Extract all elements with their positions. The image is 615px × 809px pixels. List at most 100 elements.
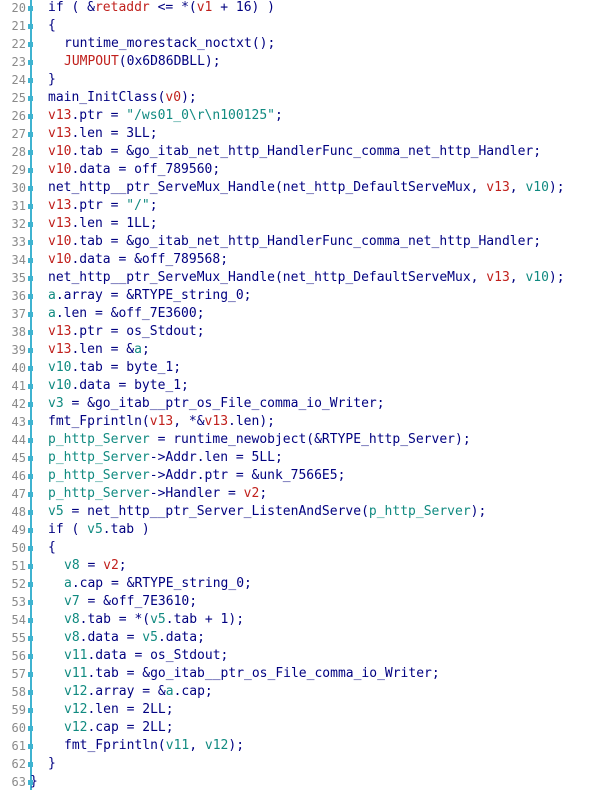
local-variable-token[interactable]: v13 bbox=[48, 324, 71, 339]
local-variable-token[interactable]: v13 bbox=[486, 180, 509, 195]
code-line[interactable]: 33 v10.tab = &go_itab_net_http_HandlerFun… bbox=[0, 233, 615, 251]
code-line[interactable]: 61 fmt_Fprintln(v11, v12); bbox=[0, 737, 615, 755]
code-line[interactable]: 58 v12.array = &a.cap; bbox=[0, 683, 615, 701]
code-line[interactable]: 46 p_http_Server->Addr.ptr = &unk_7566E5; bbox=[0, 467, 615, 485]
code-line[interactable]: 20 if ( &retaddr <= *(v1 + 16) ) bbox=[0, 0, 615, 17]
code-line[interactable]: 44 p_http_Server = runtime_newobject(&RTY… bbox=[0, 431, 615, 449]
identifier-token[interactable]: v10 bbox=[48, 378, 71, 393]
identifier-token[interactable]: v11 bbox=[166, 738, 189, 753]
code-line[interactable]: 55 v8.data = v5.data; bbox=[0, 629, 615, 647]
code-line[interactable]: 41 v10.data = byte_1; bbox=[0, 377, 615, 395]
identifier-token[interactable]: v5 bbox=[150, 612, 166, 627]
code-line[interactable]: 35 net_http__ptr_ServeMux_Handle(net_http… bbox=[0, 269, 615, 287]
code-line[interactable]: 40 v10.tab = byte_1; bbox=[0, 359, 615, 377]
identifier-token[interactable]: v10 bbox=[525, 180, 548, 195]
code-line[interactable]: 36 a.array = &RTYPE_string_0; bbox=[0, 287, 615, 305]
code-token: ); bbox=[470, 504, 487, 519]
identifier-token[interactable]: v3 bbox=[48, 396, 64, 411]
local-variable-token[interactable]: v13 bbox=[48, 342, 71, 357]
code-line[interactable]: 26 v13.ptr = "/ws01_0\r\n100125"; bbox=[0, 107, 615, 125]
identifier-token[interactable]: v7 bbox=[64, 594, 80, 609]
identifier-token[interactable]: v12 bbox=[205, 738, 228, 753]
pseudocode-view[interactable]: 20 if ( &retaddr <= *(v1 + 16) ) 21 {22 runt… bbox=[0, 0, 615, 809]
identifier-token[interactable]: v8 bbox=[64, 612, 80, 627]
code-line[interactable]: 59 v12.len = 2LL; bbox=[0, 701, 615, 719]
identifier-token[interactable]: v10 bbox=[48, 360, 71, 375]
identifier-token[interactable]: a bbox=[134, 342, 142, 357]
local-variable-token[interactable]: v1 bbox=[197, 0, 213, 15]
identifier-token[interactable]: v8 bbox=[64, 630, 80, 645]
identifier-token[interactable]: p_http_Server bbox=[48, 432, 150, 447]
identifier-token[interactable]: v12 bbox=[64, 684, 87, 699]
code-line[interactable]: 39 v13.len = &a; bbox=[0, 341, 615, 359]
local-variable-token[interactable]: v10 bbox=[48, 252, 71, 267]
line-number: 56 bbox=[11, 649, 26, 663]
code-line[interactable]: 57 v11.tab = &go_itab__ptr_os_File_comma_… bbox=[0, 665, 615, 683]
local-variable-token[interactable]: v10 bbox=[48, 234, 71, 249]
line-number: 33 bbox=[11, 235, 26, 249]
identifier-token[interactable]: p_http_Server bbox=[48, 486, 150, 501]
code-text: v10.data = off_789560; bbox=[48, 161, 220, 179]
identifier-token[interactable]: v5 bbox=[87, 522, 103, 537]
code-line[interactable]: 45 p_http_Server->Addr.len = 5LL; bbox=[0, 449, 615, 467]
code-line[interactable]: 32 v13.len = 1LL; bbox=[0, 215, 615, 233]
local-variable-token[interactable]: v13 bbox=[150, 414, 173, 429]
local-variable-token[interactable]: v13 bbox=[48, 126, 71, 141]
identifier-token[interactable]: v11 bbox=[64, 648, 87, 663]
code-line[interactable]: 52 a.cap = &RTYPE_string_0; bbox=[0, 575, 615, 593]
identifier-token[interactable]: a bbox=[48, 288, 56, 303]
code-line[interactable]: 25 main_InitClass(v0); bbox=[0, 89, 615, 107]
code-line[interactable]: 37 a.len = &off_7E3600; bbox=[0, 305, 615, 323]
local-variable-token[interactable]: v13 bbox=[205, 414, 228, 429]
local-variable-token[interactable]: retaddr bbox=[95, 0, 150, 15]
identifier-token[interactable]: p_http_Server bbox=[48, 468, 150, 483]
code-line[interactable]: 34 v10.data = &off_789568; bbox=[0, 251, 615, 269]
code-line[interactable]: 31 v13.ptr = "/"; bbox=[0, 197, 615, 215]
code-line[interactable]: 29 v10.data = off_789560; bbox=[0, 161, 615, 179]
code-line[interactable]: 53 v7 = &off_7E3610; bbox=[0, 593, 615, 611]
code-line[interactable]: 22 runtime_morestack_noctxt(); bbox=[0, 35, 615, 53]
code-line[interactable]: 51 v8 = v2; bbox=[0, 557, 615, 575]
code-line[interactable]: 38 v13.ptr = os_Stdout; bbox=[0, 323, 615, 341]
local-variable-token[interactable]: v10 bbox=[48, 144, 71, 159]
local-variable-token[interactable]: v2 bbox=[103, 558, 119, 573]
local-variable-token[interactable]: v13 bbox=[48, 108, 71, 123]
identifier-token[interactable]: a bbox=[48, 306, 56, 321]
code-line[interactable]: 42 v3 = &go_itab__ptr_os_File_comma_io_Wr… bbox=[0, 395, 615, 413]
code-line[interactable]: 56 v11.data = os_Stdout; bbox=[0, 647, 615, 665]
identifier-token[interactable]: v12 bbox=[64, 720, 87, 735]
code-line[interactable]: 48 v5 = net_http__ptr_Server_ListenAndSer… bbox=[0, 503, 615, 521]
code-line[interactable]: 54 v8.tab = *(v5.tab + 1); bbox=[0, 611, 615, 629]
identifier-token[interactable]: v5 bbox=[142, 630, 158, 645]
identifier-token[interactable]: a bbox=[64, 576, 72, 591]
code-line[interactable]: 60 v12.cap = 2LL; bbox=[0, 719, 615, 737]
local-variable-token[interactable]: v13 bbox=[486, 270, 509, 285]
local-variable-token[interactable]: v10 bbox=[48, 162, 71, 177]
code-line[interactable]: 49 if ( v5.tab ) bbox=[0, 521, 615, 539]
local-variable-token[interactable]: v13 bbox=[48, 216, 71, 231]
local-variable-token[interactable]: v0 bbox=[165, 90, 181, 105]
identifier-token[interactable]: a bbox=[166, 684, 174, 699]
code-line[interactable]: 23 JUMPOUT(0x6D86DBLL); bbox=[0, 53, 615, 71]
code-line[interactable]: 30 net_http__ptr_ServeMux_Handle(net_http… bbox=[0, 179, 615, 197]
code-line[interactable]: 24} bbox=[0, 71, 615, 89]
local-variable-token[interactable]: v2 bbox=[244, 486, 260, 501]
identifier-token[interactable]: p_http_Server bbox=[48, 450, 150, 465]
local-variable-token[interactable]: v13 bbox=[48, 198, 71, 213]
identifier-token[interactable]: v10 bbox=[525, 270, 548, 285]
code-line[interactable]: 50 { bbox=[0, 539, 615, 557]
identifier-token[interactable]: v5 bbox=[48, 504, 64, 519]
identifier-token[interactable]: v11 bbox=[64, 666, 87, 681]
identifier-token[interactable]: p_http_Server bbox=[369, 504, 471, 519]
code-line[interactable]: 21 { bbox=[0, 17, 615, 35]
identifier-token[interactable]: v12 bbox=[64, 702, 87, 717]
code-line[interactable]: 62} bbox=[0, 755, 615, 773]
line-marker-icon bbox=[28, 24, 33, 29]
code-line[interactable]: 63} bbox=[0, 773, 615, 791]
code-line[interactable]: 27 v13.len = 3LL; bbox=[0, 125, 615, 143]
identifier-token[interactable]: v8 bbox=[64, 558, 80, 573]
code-line[interactable]: 28 v10.tab = &go_itab_net_http_HandlerFun… bbox=[0, 143, 615, 161]
code-token: .len = 2LL; bbox=[87, 702, 174, 717]
code-line[interactable]: 47 p_http_Server->Handler = v2; bbox=[0, 485, 615, 503]
code-line[interactable]: 43 fmt_Fprintln(v13, *&v13.len); bbox=[0, 413, 615, 431]
